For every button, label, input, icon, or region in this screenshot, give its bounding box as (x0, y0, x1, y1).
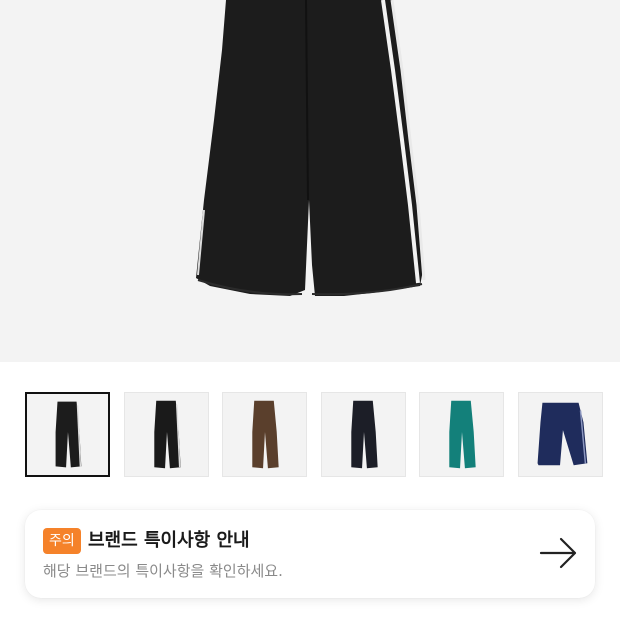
notice-description: 해당 브랜드의 특이사항을 확인하세요. (43, 562, 283, 580)
product-main-image[interactable] (0, 0, 620, 362)
thumbnail-pants-icon (252, 400, 279, 469)
thumbnail-pants-icon (537, 402, 588, 466)
notice-title: 브랜드 특이사항 안내 (88, 530, 250, 551)
thumbnail-pants-icon (153, 400, 181, 469)
thumbnail-black-track-pants-side[interactable] (123, 392, 209, 477)
thumbnail-brown-track-pants[interactable] (222, 392, 308, 477)
caution-badge: 주의 (43, 528, 81, 554)
arrow-right-icon[interactable] (539, 536, 579, 570)
brand-notice-card[interactable]: 주의 브랜드 특이사항 안내 해당 브랜드의 특이사항을 확인하세요. (25, 510, 595, 598)
thumbnail-navy-track-pants[interactable] (518, 392, 603, 477)
track-pants-illustration (196, 0, 426, 296)
thumbnail-pants-icon (55, 401, 82, 468)
thumbnail-strip[interactable] (0, 392, 620, 480)
thumbnail-navy-black-track-pants[interactable] (320, 392, 406, 477)
thumbnail-teal-track-pants[interactable] (419, 392, 505, 477)
thumbnail-black-track-pants-front[interactable] (25, 392, 110, 477)
thumbnail-pants-icon (351, 400, 378, 469)
thumbnail-pants-icon (449, 400, 477, 469)
